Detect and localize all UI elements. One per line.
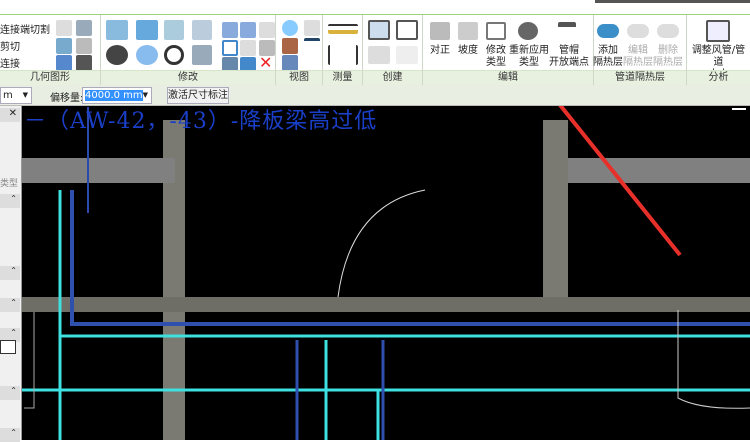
beam-band [22,158,175,183]
chevron-down-icon: ▼ [142,91,148,99]
structure [22,120,750,440]
placement-dropdown[interactable]: m ▼ [0,87,32,104]
options-bar: m ▼ 偏移量: 4000.0 mm ▼ 激活尺寸标注 [0,85,750,106]
aligned-dimension-icon[interactable] [328,24,358,34]
duct-pipe-sizing-icon [706,20,730,42]
cope-icon[interactable] [56,38,72,54]
label-line2: 隔热层 [623,57,653,68]
label-line2: 开放端点 [549,57,589,68]
collapse-icon[interactable]: ⌃ [0,386,20,400]
create-similar-icon[interactable] [396,20,418,40]
cap-icon [558,22,576,40]
edit-panel-label: 编辑 [423,70,593,85]
beam-band [568,158,750,183]
mirror-axis-icon[interactable] [164,20,184,40]
drawing-canvas[interactable]: －（AW-42，-43）-降板梁高过低 [22,106,750,440]
slope-icon [458,22,478,40]
property-field[interactable] [0,340,16,354]
thin-lines-icon[interactable] [282,55,298,71]
view-marker [732,108,746,110]
label-line1: 调整风管/管道 [691,45,746,68]
modify-type-icon [486,22,506,40]
array-icon[interactable] [222,40,238,56]
offset-value: 4000.0 mm [85,90,143,101]
create-panel-label: 创建 [363,70,422,85]
properties-panel: ✕ 类型 ⌃ ⌃ ⌃ ⌃ ⌃ ⌃ [0,106,22,442]
collapse-icon[interactable]: ⌃ [0,298,20,312]
create-assembly-icon[interactable] [396,46,418,64]
insulation-panel-label: 管道隔热层 [594,70,686,85]
line-style-icon[interactable] [282,38,298,54]
label-line1: 删除 [658,45,678,56]
type-label: 类型 [0,179,19,189]
gears-icon [518,22,538,40]
analysis-panel-label: 分析 [687,70,750,85]
label-line2: 隔热层 [653,57,683,68]
label-line1: 管帽 [559,45,579,56]
join-cut-button[interactable]: 连接端切割 [0,22,50,39]
collapse-icon[interactable]: ⌃ [0,194,20,208]
label-line2: 隔热层 [593,57,623,68]
modify-panel-label: 修改 [101,70,275,85]
add-insulation-icon [597,24,619,38]
split-icon[interactable] [222,22,238,38]
split-gap-icon[interactable] [240,22,256,38]
label-line2: 类型 [519,57,539,68]
door-swing-arc [337,189,426,298]
unjoin-icon[interactable] [76,38,92,54]
chevron-down-icon: ▼ [22,91,28,99]
offset-input[interactable]: 4000.0 mm ▼ [82,87,152,104]
view-range-icon[interactable] [304,38,320,54]
mirror-draw-icon[interactable] [192,20,212,40]
ribbon-tab-line [0,14,750,15]
justify-icon [430,22,450,40]
paint-icon[interactable] [56,55,72,71]
ribbon: 连接端切割 剪切 连接 几何图形 ✕ 修改 视图 测量 创建 对正 坡度 修改类… [0,0,750,85]
label-line1: 添加 [598,45,618,56]
copy-icon[interactable] [136,45,158,65]
demolish-icon[interactable] [76,55,92,71]
scale-icon[interactable] [240,40,256,56]
move-icon[interactable] [106,45,128,65]
label-line1: 重新应用 [509,45,549,56]
edit-insulation-icon [627,24,649,38]
beam [22,297,750,312]
edit-insulation-button[interactable]: 编辑 隔热层 [623,45,653,69]
cut-button[interactable]: 剪切 [0,39,50,56]
offset-label: 偏移量: [50,93,84,104]
trim-extend-icon[interactable] [192,45,212,65]
geometry-panel: 连接端切割 剪切 连接 [0,22,50,73]
delete-icon[interactable]: ✕ [259,55,275,71]
column [543,120,568,310]
measure-panel-label: 测量 [323,70,362,85]
unpin-icon[interactable] [259,22,275,38]
rotate-icon[interactable] [164,45,184,65]
reapply-type-button[interactable]: 重新应用 类型 [508,45,550,69]
hide-icon[interactable] [304,20,320,36]
create-group-icon[interactable] [368,20,390,40]
wall-join-icon[interactable] [76,20,92,36]
dropdown-value: m [3,90,13,101]
view-panel-label: 视图 [276,70,322,85]
geometry-panel-label: 几何图形 [0,70,100,85]
remove-insulation-button[interactable]: 删除 隔热层 [653,45,683,69]
activate-dimensions-button[interactable]: 激活尺寸标注 [167,87,229,104]
offset-icon[interactable] [136,20,158,40]
split-face-icon[interactable] [56,20,72,36]
annotation-text: －（AW-42，-43）-降板梁高过低 [24,109,378,134]
add-insulation-button[interactable]: 添加 隔热层 [593,45,623,69]
create-parts-icon[interactable] [368,46,390,64]
label-line1: 编辑 [628,45,648,56]
model-view [22,106,750,440]
align-icon[interactable] [106,20,128,40]
lightbulb-icon[interactable] [282,20,298,36]
title-bar-edge [595,0,750,3]
remove-insulation-icon [657,24,679,38]
outline [24,312,35,409]
pipes [22,107,750,440]
dimension-icon[interactable] [328,45,358,65]
collapse-icon[interactable]: ⌃ [0,266,20,280]
close-icon[interactable]: ✕ [0,108,20,122]
cap-open-ends-button[interactable]: 管帽 开放端点 [549,45,589,69]
